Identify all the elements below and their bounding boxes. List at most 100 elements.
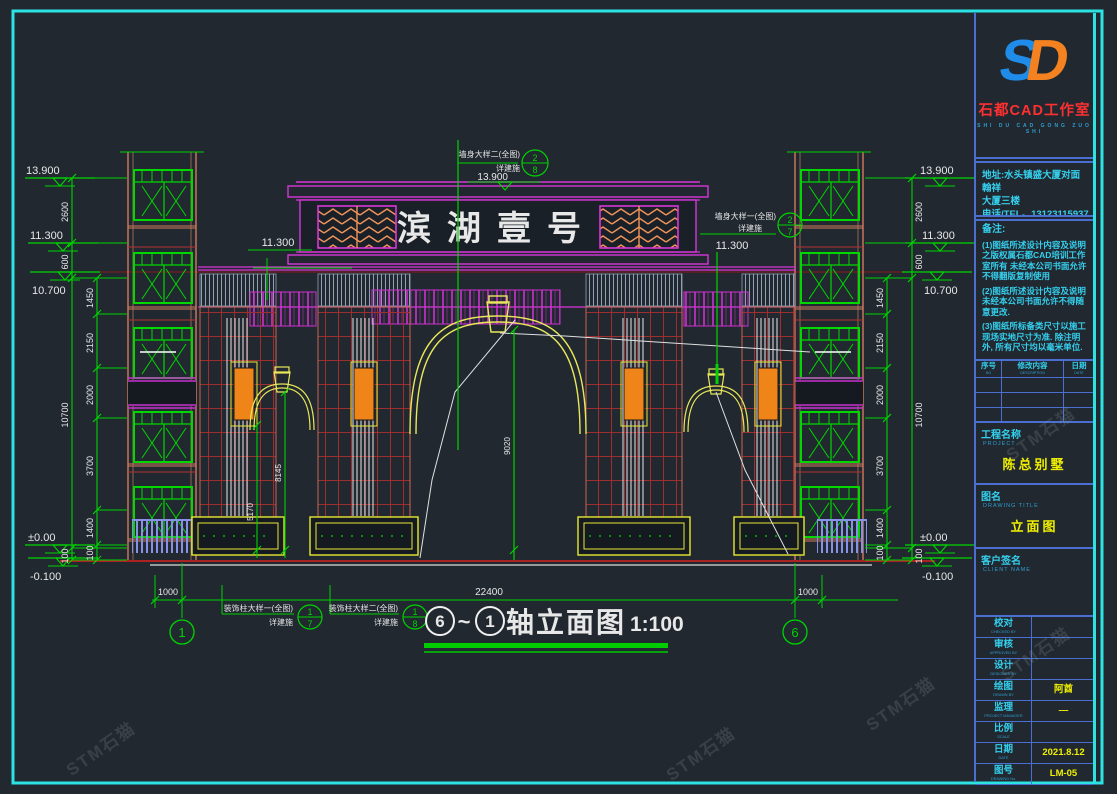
callout-text: 详建施: [374, 617, 398, 627]
callout-text: 墙身大样二(全图): [459, 149, 521, 159]
drawing-caption: 6 ~ 1 轴立面图 1:100: [424, 606, 684, 652]
dim-label: 1000: [798, 587, 818, 597]
sig-row-date: 日期DATE 2021.8.12: [976, 743, 1093, 764]
callout-text: 装饰柱大样二(全图): [329, 603, 399, 613]
studio-address: 地址:水头镇盛大厦对面翰祥 大厦三楼 电话/TEL。13123115937: [976, 161, 1093, 217]
detail-bubble-den: 8: [412, 619, 417, 629]
dim-label: 1450: [85, 288, 95, 308]
dim-label: 600: [60, 254, 70, 269]
dim-label: 3700: [875, 456, 885, 476]
caption-scale: 1:100: [630, 613, 684, 636]
dim-label: 100: [875, 545, 885, 560]
sig-row-scale: 比例SCALE: [976, 722, 1093, 743]
studio-name-pinyin: SHI DU CAD GONG ZUO SHI: [976, 123, 1093, 135]
drawing-title-label-en: DRAWING TITLE: [976, 503, 1093, 509]
caption-axis: 1: [485, 612, 494, 631]
elevation-label: 11.300: [262, 237, 295, 249]
capital-hatch-bands: [200, 274, 795, 326]
cad-sheet: 滨湖壹号: [0, 0, 1117, 794]
dim-label: 5170: [246, 503, 255, 521]
studio-header: SD 石都CAD工作室 SHI DU CAD GONG ZUO SHI: [976, 13, 1093, 159]
revision-cell: [1002, 378, 1064, 393]
dim-label: 2000: [875, 385, 885, 405]
detail-bubble-den: 7: [307, 619, 312, 629]
callout-text: 详建施: [269, 617, 293, 627]
elevation-label: -0.100: [922, 571, 953, 583]
drawing-title-value: 立面图: [976, 516, 1093, 535]
address-line: 大厦三楼: [982, 195, 1089, 208]
axis-bubble: 1: [178, 625, 185, 640]
sig-row-manager: 监理PROJECT MANAGER —: [976, 701, 1093, 722]
sig-row-drawn: 绘图DRAWN BY 阿酋: [976, 680, 1093, 701]
client-label: 客户签名: [976, 549, 1093, 567]
detail-bubble-num: 1: [412, 607, 417, 617]
drawing-title-label: 图名: [976, 485, 1093, 503]
sig-row-approved: 审核APPROVED BY: [976, 638, 1093, 659]
phone-line: 电话/TEL。13123115937: [982, 208, 1089, 217]
dim-label: 2150: [85, 333, 95, 353]
dim-label: 10700: [60, 402, 70, 427]
note-item: (2)图纸所述设计内容及说明未经本公司书面允许不得随意更改.: [982, 286, 1089, 318]
callout-bottom-2: 1 8 装饰柱大样二(全图) 详建施: [329, 585, 427, 629]
elevation-label: 13.900: [920, 165, 954, 177]
dim-label: 9020: [503, 437, 512, 455]
pillar-1: [192, 307, 284, 555]
studio-logo: SD: [976, 23, 1093, 99]
dim-label: 2000: [85, 385, 95, 405]
revision-cell: [1064, 378, 1093, 393]
callout-text: 详建施: [738, 223, 762, 233]
dim-label: 1400: [85, 518, 95, 538]
dim-label: 600: [914, 254, 924, 269]
revision-cell: [976, 393, 1002, 408]
elevation-label: 10.700: [924, 285, 958, 297]
callout-top: 2 8 墙身大样二(全图) 详建施 13.900: [458, 149, 548, 190]
revision-cell: [1064, 408, 1093, 423]
dim-label: 100: [914, 548, 924, 563]
sig-row-number: 图号DRAWING No. LM-05: [976, 764, 1093, 785]
title-block: SD 石都CAD工作室 SHI DU CAD GONG ZUO SHI 地址:水…: [974, 13, 1096, 782]
gate-sign-text: 滨湖壹号: [397, 210, 597, 248]
elevation-label: 13.900: [26, 165, 60, 177]
right-elevation-markers: 13.900 11.300 10.700 ±0.00 -0.100: [902, 165, 975, 583]
studio-name: 石都CAD工作室: [976, 99, 1093, 120]
revision-col-header: 修改内容DESCRIPTION: [1002, 361, 1064, 378]
dim-label: 1400: [875, 518, 885, 538]
detail-bubble-num: 1: [307, 607, 312, 617]
pillar-2: [310, 307, 418, 555]
revision-cell: [1002, 408, 1064, 423]
project-section: 工程名称 PROJECT 陈总别墅: [976, 423, 1093, 485]
dim-label: 22400: [475, 587, 503, 598]
right-dim-chains: 2600 600 10700 100 1450 2150 2000 3700 1…: [865, 174, 924, 564]
axis-bubble: 6: [791, 625, 798, 640]
address-line: 地址:水头镇盛大厦对面翰祥: [982, 169, 1089, 195]
dim-label: 3700: [85, 456, 95, 476]
elevation-label: 11.300: [716, 240, 749, 252]
elevation-label: 10.700: [32, 285, 66, 297]
dim-label: 1450: [875, 288, 885, 308]
elevation-drawing: 滨湖壹号: [0, 0, 1117, 794]
caption-title: 轴立面图: [506, 606, 626, 638]
dim-label: 8145: [274, 464, 283, 482]
caption-axis: 6: [435, 612, 444, 631]
callout-text: 墙身大样一(全图): [715, 211, 777, 221]
elevation-label: -0.100: [30, 571, 61, 583]
client-section: 客户签名 CLIENT NAME: [976, 549, 1093, 617]
project-value: 陈总别墅: [976, 454, 1093, 473]
project-label-en: PROJECT: [976, 441, 1093, 447]
dim-label: 10700: [914, 402, 924, 427]
callout-right: 2 7 墙身大样一(全图) 详建施: [715, 211, 802, 237]
sig-row-designed: 设计DESIGNED BY: [976, 659, 1093, 680]
revision-col-header: 序号NO: [976, 361, 1002, 378]
revision-col-header: 日期DATE: [1064, 361, 1093, 378]
dim-label: 1000: [158, 587, 178, 597]
client-label-en: CLIENT NAME: [976, 567, 1093, 573]
elevation-label: 11.300: [30, 230, 63, 242]
detail-bubble-den: 7: [787, 227, 792, 237]
revision-cell: [976, 408, 1002, 423]
notes-title: 备注:: [982, 225, 1089, 236]
elevation-label: ±0.00: [28, 532, 55, 544]
left-dim-chains: 2600 600 10700 100 1450 2150 2000 3700 1…: [60, 174, 127, 564]
revision-cell: [1002, 393, 1064, 408]
detail-bubble-den: 8: [532, 165, 537, 175]
dim-label: 100: [60, 548, 70, 563]
